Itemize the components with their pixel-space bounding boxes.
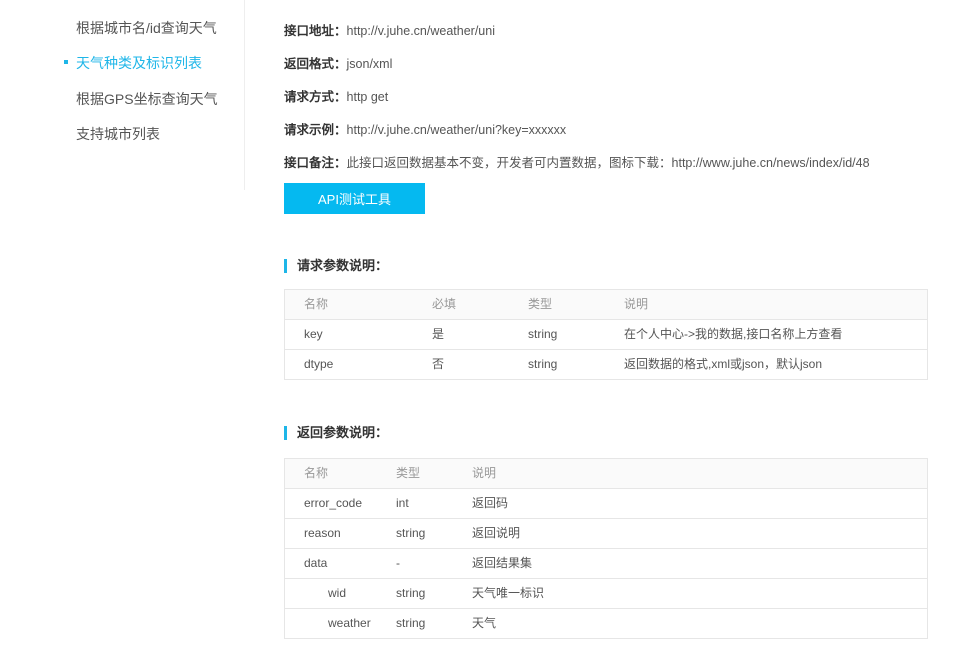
table-row: data - 返回结果集 <box>285 548 927 578</box>
endpoint-label: 接口地址： <box>284 24 347 38</box>
sidebar-item-label: 根据城市名/id查询天气 <box>76 20 217 36</box>
example-row: 请求示例：http://v.juhe.cn/weather/uni?key=xx… <box>284 119 566 138</box>
sidebar-item-city-list[interactable]: 支持城市列表 <box>76 124 160 144</box>
field-description: 返回码 <box>472 496 509 510</box>
field-description: 返回结果集 <box>472 556 533 570</box>
field-name: error_code <box>304 496 363 510</box>
endpoint-row: 接口地址：http://v.juhe.cn/weather/uni <box>284 20 495 39</box>
api-test-tool-button[interactable]: API测试工具 <box>284 183 425 214</box>
section-marker-icon <box>284 259 287 273</box>
response-params-title-text: 返回参数说明： <box>297 425 389 440</box>
field-name: reason <box>304 526 341 540</box>
sidebar-item-label: 根据GPS坐标查询天气 <box>76 91 218 107</box>
column-header: 类型 <box>396 466 421 480</box>
field-type: string <box>396 616 426 630</box>
remark-value: 此接口返回数据基本不变，开发者可内置数据，图标下载：http://www.juh… <box>346 156 870 170</box>
method-row: 请求方式：http get <box>284 86 388 105</box>
field-type: int <box>396 496 409 510</box>
param-description: 在个人中心->我的数据,接口名称上方查看 <box>624 327 843 341</box>
sidebar-item-weather-types[interactable]: 天气种类及标识列表 <box>64 53 202 73</box>
param-name: dtype <box>304 357 334 371</box>
field-description: 天气 <box>472 616 497 630</box>
column-header: 说明 <box>472 466 497 480</box>
example-value: http://v.juhe.cn/weather/uni?key=xxxxxx <box>346 123 567 137</box>
field-description: 返回说明 <box>472 526 521 540</box>
column-header: 必填 <box>432 297 457 311</box>
request-params-title-text: 请求参数说明： <box>297 258 389 273</box>
format-label: 返回格式： <box>284 57 347 71</box>
response-params-title: 返回参数说明： <box>284 426 388 440</box>
example-label: 请求示例： <box>284 123 347 137</box>
endpoint-value: http://v.juhe.cn/weather/uni <box>346 24 495 38</box>
section-marker-icon <box>284 426 287 440</box>
active-indicator-icon <box>64 60 68 64</box>
response-params-table: 名称 类型 说明 error_code int 返回码 reason strin… <box>284 458 928 639</box>
param-description: 返回数据的格式,xml或json，默认json <box>624 357 823 371</box>
table-row: wid string 天气唯一标识 <box>285 578 927 608</box>
field-name: data <box>304 556 328 570</box>
remark-row: 接口备注：此接口返回数据基本不变，开发者可内置数据，图标下载：http://ww… <box>284 152 870 171</box>
remark-label: 接口备注： <box>284 156 347 170</box>
field-type: string <box>396 586 426 600</box>
field-name: wid <box>328 586 347 600</box>
column-header: 名称 <box>304 297 329 311</box>
param-name: key <box>304 327 323 341</box>
table-row: dtype 否 string 返回数据的格式,xml或json，默认json <box>285 349 927 379</box>
table-row: error_code int 返回码 <box>285 488 927 518</box>
sidebar-item-label: 天气种类及标识列表 <box>76 55 202 71</box>
table-header-row: 名称 必填 类型 说明 <box>285 290 927 319</box>
sidebar-item-label: 支持城市列表 <box>76 126 160 142</box>
param-type: string <box>528 327 558 341</box>
format-value: json/xml <box>346 57 393 71</box>
param-required: 是 <box>432 327 445 341</box>
column-header: 类型 <box>528 297 553 311</box>
request-params-table: 名称 必填 类型 说明 key 是 string 在个人中心->我的数据,接口名… <box>284 289 928 380</box>
field-type: string <box>396 526 426 540</box>
param-type: string <box>528 357 558 371</box>
request-params-title: 请求参数说明： <box>284 259 388 273</box>
table-row: reason string 返回说明 <box>285 518 927 548</box>
field-type: - <box>396 556 400 570</box>
method-value: http get <box>346 90 389 104</box>
column-header: 说明 <box>624 297 649 311</box>
table-row: key 是 string 在个人中心->我的数据,接口名称上方查看 <box>285 319 927 349</box>
sidebar-nav: 根据城市名/id查询天气 天气种类及标识列表 根据GPS坐标查询天气 支持城市列… <box>0 0 245 190</box>
table-row: weather string 天气 <box>285 608 927 638</box>
format-row: 返回格式：json/xml <box>284 53 392 72</box>
sidebar-item-gps-weather[interactable]: 根据GPS坐标查询天气 <box>76 89 218 109</box>
method-label: 请求方式： <box>284 90 347 104</box>
column-header: 名称 <box>304 466 329 480</box>
sidebar-item-city-weather[interactable]: 根据城市名/id查询天气 <box>76 18 217 38</box>
field-description: 天气唯一标识 <box>472 586 545 600</box>
param-required: 否 <box>432 357 445 371</box>
table-header-row: 名称 类型 说明 <box>285 459 927 488</box>
field-name: weather <box>328 616 371 630</box>
